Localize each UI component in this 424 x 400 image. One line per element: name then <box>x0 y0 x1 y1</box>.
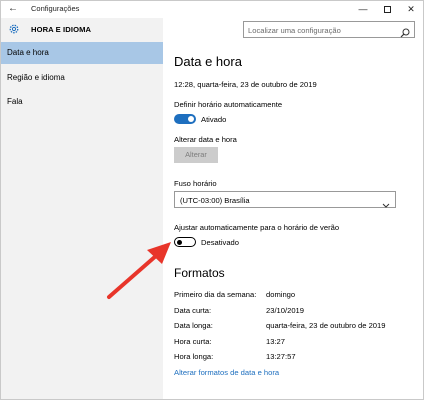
format-key: Data longa: <box>174 321 213 330</box>
minimize-button[interactable]: — <box>351 1 375 18</box>
format-value: quarta-feira, 23 de outubro de 2019 <box>266 321 386 330</box>
format-row: Data longa: quarta-feira, 23 de outubro … <box>174 321 404 332</box>
sidebar-item-fala[interactable]: Fala <box>1 91 163 113</box>
format-row: Hora longa: 13:27:57 <box>174 352 404 363</box>
auto-time-label: Definir horário automaticamente <box>174 100 283 109</box>
sidebar-item-regiao-e-idioma[interactable]: Região e idioma <box>1 67 163 89</box>
search-input[interactable] <box>248 24 396 36</box>
format-key: Primeiro dia da semana: <box>174 290 257 299</box>
app-title: Configurações <box>31 4 80 13</box>
toggle-knob <box>188 116 194 122</box>
dst-toggle[interactable] <box>174 237 196 247</box>
auto-time-state: Ativado <box>201 115 227 124</box>
sidebar-header: HORA E IDIOMA <box>1 18 163 42</box>
format-row: Hora curta: 13:27 <box>174 337 404 348</box>
sidebar-item-data-e-hora[interactable]: Data e hora <box>1 42 163 64</box>
auto-time-toggle[interactable] <box>174 114 196 124</box>
format-value: 23/10/2019 <box>266 306 305 315</box>
timezone-select[interactable]: (UTC-03:00) Brasília <box>174 191 396 208</box>
format-row: Primeiro dia da semana: domingo <box>174 290 404 301</box>
search-icon[interactable] <box>400 25 410 38</box>
format-value: 13:27:57 <box>266 352 296 361</box>
format-key: Hora longa: <box>174 352 214 361</box>
change-datetime-button[interactable]: Alterar <box>174 147 218 163</box>
timezone-value: (UTC-03:00) Brasília <box>180 196 250 205</box>
format-value: domingo <box>266 290 296 299</box>
format-value: 13:27 <box>266 337 286 346</box>
search-box[interactable] <box>243 21 415 38</box>
current-datetime: 12:28, quarta-feira, 23 de outubro de 20… <box>174 80 317 89</box>
gear-icon <box>8 23 20 35</box>
page-title: Data e hora <box>174 54 242 69</box>
format-key: Hora curta: <box>174 337 212 346</box>
back-arrow-icon[interactable]: ← <box>7 3 19 15</box>
formats-title: Formatos <box>174 266 225 280</box>
format-key: Data curta: <box>174 306 212 315</box>
chevron-down-icon <box>382 196 390 208</box>
change-formats-link[interactable]: Alterar formatos de data e hora <box>174 368 279 377</box>
sidebar: HORA E IDIOMA Data e hora Região e idiom… <box>1 18 163 399</box>
dst-label: Ajustar automaticamente para o horário d… <box>174 223 340 232</box>
maximize-icon <box>383 6 391 14</box>
change-datetime-label: Alterar data e hora <box>174 135 237 144</box>
toggle-knob <box>177 239 182 245</box>
dst-state: Desativado <box>201 238 239 247</box>
close-button[interactable]: ✕ <box>399 1 423 18</box>
title-bar: ← Configurações — ✕ <box>1 1 423 18</box>
timezone-label: Fuso horário <box>174 179 217 188</box>
settings-window: ← Configurações — ✕ HORA E IDIOMA Data e… <box>0 0 424 400</box>
section-title: HORA E IDIOMA <box>31 25 92 34</box>
format-row: Data curta: 23/10/2019 <box>174 306 404 317</box>
maximize-button[interactable] <box>375 1 399 18</box>
